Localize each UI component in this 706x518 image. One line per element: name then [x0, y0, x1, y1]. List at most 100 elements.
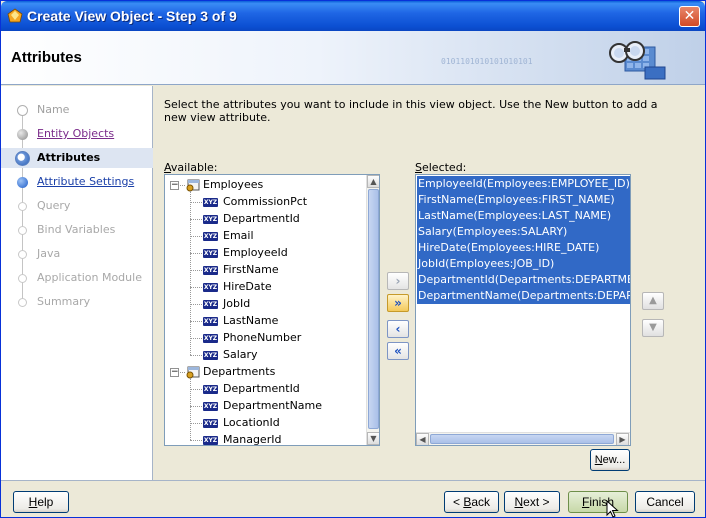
move-all-button[interactable]: »	[387, 294, 409, 312]
move-selected-button[interactable]: ›	[387, 272, 409, 290]
scroll-right-arrow-icon[interactable]: ▶	[616, 433, 629, 445]
wizard-header: Attributes 0101101010101010101	[1, 31, 705, 85]
collapse-toggle-icon[interactable]: −	[170, 181, 179, 190]
attribute-icon: XYZ	[203, 232, 218, 241]
attribute-icon: XYZ	[203, 249, 218, 258]
step-indicator-icon	[17, 177, 28, 188]
tree-connector	[190, 406, 202, 407]
next-button[interactable]: Next >	[504, 491, 560, 513]
scroll-down-arrow-icon[interactable]: ▼	[367, 432, 379, 445]
step-indicator-icon	[18, 250, 27, 259]
tree-connector	[190, 287, 202, 288]
nav-step-label: Attributes	[37, 151, 101, 164]
tree-attribute-item[interactable]: ManagerId	[223, 433, 281, 445]
step-indicator-icon	[18, 202, 27, 211]
nav-step-label: Attribute Settings	[37, 175, 135, 188]
tree-connector	[190, 378, 191, 440]
tree-attribute-item[interactable]: FirstName	[223, 263, 279, 280]
create-view-object-dialog: Create View Object - Step 3 of 9 ✕ Attri…	[0, 0, 706, 518]
tree-attribute-item[interactable]: Email	[223, 229, 254, 246]
attribute-icon: XYZ	[203, 317, 218, 326]
move-down-button[interactable]: ▼	[642, 319, 664, 337]
collapse-toggle-icon[interactable]: −	[170, 368, 179, 377]
nav-step-name[interactable]: Name	[1, 100, 153, 120]
tree-connector	[190, 236, 202, 237]
instructions-text: Select the attributes you want to includ…	[164, 98, 658, 124]
move-up-button[interactable]: ▲	[642, 292, 664, 310]
title-bar[interactable]: Create View Object - Step 3 of 9 ✕	[1, 1, 705, 31]
tree-group-employees[interactable]: Employees	[203, 178, 263, 195]
attribute-icon: XYZ	[203, 283, 218, 292]
tree-attribute-item[interactable]: DepartmentName	[223, 399, 322, 416]
tree-attribute-item[interactable]: DepartmentId	[223, 212, 300, 229]
available-vertical-scrollbar[interactable]: ▲ ▼	[366, 175, 379, 445]
tree-attribute-item[interactable]: Salary	[223, 348, 258, 365]
tree-attribute-item[interactable]: JobId	[223, 297, 250, 314]
new-attribute-button[interactable]: New...	[590, 449, 630, 471]
selected-list-item[interactable]: EmployeeId(Employees:EMPLOYEE_ID)	[417, 176, 630, 192]
attribute-icon: XYZ	[203, 266, 218, 275]
selected-list-item[interactable]: LastName(Employees:LAST_NAME)	[417, 208, 630, 224]
entity-object-icon	[186, 366, 200, 379]
nav-step-attributes[interactable]: Attributes	[1, 148, 153, 168]
wizard-step-nav: Name Entity Objects Attributes Attribute Se…	[1, 86, 153, 480]
selected-list-item[interactable]: Salary(Employees:SALARY)	[417, 224, 630, 240]
tree-connector	[190, 423, 202, 424]
nav-step-java: Java	[1, 244, 153, 264]
tree-connector	[190, 321, 202, 322]
attribute-icon: XYZ	[203, 436, 218, 445]
scrollbar-thumb[interactable]	[368, 189, 379, 429]
selected-horizontal-scrollbar[interactable]: ◀ ▶	[416, 432, 630, 445]
nav-step-label: Entity Objects	[37, 127, 115, 140]
entity-object-icon	[186, 179, 200, 192]
step-indicator-icon	[18, 226, 27, 235]
tree-connector	[190, 355, 202, 356]
tree-attribute-item[interactable]: LastName	[223, 314, 278, 331]
scroll-left-arrow-icon[interactable]: ◀	[416, 433, 429, 445]
tree-attribute-item[interactable]: DepartmentId	[223, 382, 300, 399]
scrollbar-thumb[interactable]	[430, 434, 614, 444]
nav-step-query: Query	[1, 196, 153, 216]
available-label: Available:	[164, 161, 218, 174]
header-binary-decoration: 0101101010101010101	[441, 57, 533, 66]
scroll-up-arrow-icon[interactable]: ▲	[367, 175, 379, 188]
attribute-icon: XYZ	[203, 351, 218, 360]
selected-list-item[interactable]: DepartmentName(Departments:DEPARTMENT_NA…	[417, 288, 630, 304]
available-tree[interactable]: − Employees XYZ CommissionPct XYZ DepartmentI…	[164, 174, 380, 446]
tree-connector	[190, 202, 202, 203]
close-button[interactable]: ✕	[679, 6, 700, 27]
selected-list-item[interactable]: JobId(Employees:JOB_ID)	[417, 256, 630, 272]
tree-attribute-item[interactable]: HireDate	[223, 280, 272, 297]
content-panel: Select the attributes you want to includ…	[154, 86, 705, 480]
nav-step-label: Bind Variables	[37, 223, 116, 236]
tree-attribute-item[interactable]: EmployeeId	[223, 246, 288, 263]
tree-connector	[190, 270, 202, 271]
tree-connector	[190, 253, 202, 254]
cancel-button[interactable]: Cancel	[635, 491, 695, 513]
tree-attribute-item[interactable]: PhoneNumber	[223, 331, 301, 348]
attribute-icon: XYZ	[203, 419, 218, 428]
tree-attribute-item[interactable]: LocationId	[223, 416, 280, 433]
nav-step-label: Java	[37, 247, 61, 260]
selected-list-item[interactable]: HireDate(Employees:HIRE_DATE)	[417, 240, 630, 256]
selected-list-item[interactable]: FirstName(Employees:FIRST_NAME)	[417, 192, 630, 208]
help-button[interactable]: Help	[13, 491, 69, 513]
tree-connector	[190, 219, 202, 220]
tree-connector	[190, 304, 202, 305]
nav-step-attribute-settings[interactable]: Attribute Settings	[1, 172, 153, 192]
nav-step-entity-objects[interactable]: Entity Objects	[1, 124, 153, 144]
back-button[interactable]: < Back	[444, 491, 499, 513]
tree-attribute-item[interactable]: CommissionPct	[223, 195, 307, 212]
step-indicator-icon	[18, 298, 27, 307]
remove-all-button[interactable]: «	[387, 342, 409, 360]
selected-list[interactable]: EmployeeId(Employees:EMPLOYEE_ID) FirstNa…	[415, 174, 631, 446]
tree-group-departments[interactable]: Departments	[203, 365, 275, 382]
attribute-icon: XYZ	[203, 334, 218, 343]
nav-step-label: Name	[37, 103, 70, 116]
tree-connector	[190, 338, 202, 339]
selected-list-item[interactable]: DepartmentId(Departments:DEPARTMENT_ID)	[417, 272, 630, 288]
nav-step-bind-variables: Bind Variables	[1, 220, 153, 240]
attribute-icon: XYZ	[203, 198, 218, 207]
remove-selected-button[interactable]: ‹	[387, 320, 409, 338]
nav-step-label: Query	[37, 199, 71, 212]
